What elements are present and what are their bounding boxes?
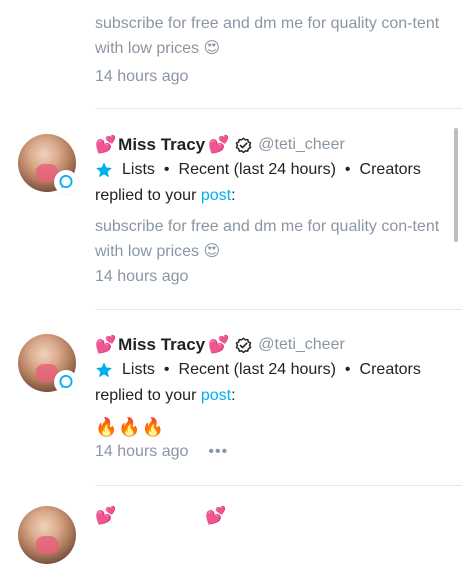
avatar[interactable]	[18, 134, 78, 194]
list-name[interactable]: Lists	[122, 161, 155, 179]
message-text: subscribe for free and dm me for quality…	[95, 15, 440, 57]
list-name[interactable]: Recent (last 24 hours)	[179, 161, 336, 179]
notifications-feed: subscribe for free and dm me for quality…	[0, 0, 462, 564]
separator-dot: •	[344, 361, 351, 378]
heart-emoji: 💕	[95, 506, 117, 525]
post-link[interactable]: post	[201, 387, 231, 404]
chat-bubble-icon	[54, 170, 78, 194]
user-lists: Lists • Recent (last 24 hours) • Creator…	[95, 158, 421, 182]
notification-header: 💕 Miss Tracy 💕 @teti_cheer	[95, 333, 345, 357]
timestamp: 14 hours ago	[95, 66, 188, 88]
user-name[interactable]: Miss Tracy	[118, 135, 205, 155]
timestamp-text: 14 hours ago	[95, 68, 189, 85]
heart-emoji: 💕	[208, 335, 230, 354]
more-options-button[interactable]: •••	[208, 441, 228, 463]
verified-check-icon	[235, 337, 252, 354]
timestamp: 14 hours ago •••	[95, 441, 228, 463]
list-name[interactable]: Creators	[360, 361, 421, 379]
heart-emoji: 💕	[95, 335, 117, 354]
separator-dot: •	[163, 161, 170, 178]
divider	[95, 485, 462, 486]
user-lists: Lists • Recent (last 24 hours) • Creator…	[95, 358, 421, 382]
user-handle[interactable]: @teti_cheer	[258, 136, 345, 154]
notification-header: 💕 Miss Tracy 💕 @teti_cheer	[95, 133, 345, 157]
chat-bubble-icon	[54, 370, 78, 394]
reply-description: replied to your post:	[95, 184, 236, 208]
heart-emoji: 💕	[205, 506, 227, 525]
list-name[interactable]: Creators	[360, 161, 421, 179]
reply-suffix: :	[231, 387, 236, 404]
reply-suffix: :	[231, 187, 236, 204]
verified-check-icon	[235, 137, 252, 154]
post-link[interactable]: post	[201, 187, 231, 204]
reply-description: replied to your post:	[95, 384, 236, 408]
avatar[interactable]	[18, 334, 78, 394]
message-text: subscribe for free and dm me for quality…	[95, 218, 440, 260]
message-text: 🔥🔥🔥	[95, 417, 166, 437]
divider	[95, 108, 462, 109]
reply-prefix: replied to your	[95, 187, 201, 204]
timestamp: 14 hours ago	[95, 266, 188, 288]
heart-emoji: 💕	[208, 135, 230, 154]
notification-header: 💕 💕	[95, 504, 226, 528]
avatar-image	[18, 506, 76, 564]
separator-dot: •	[163, 361, 170, 378]
timestamp-text: 14 hours ago	[95, 268, 189, 285]
star-icon	[95, 361, 113, 379]
timestamp-text: 14 hours ago	[95, 443, 189, 460]
list-name[interactable]: Recent (last 24 hours)	[179, 361, 336, 379]
reply-prefix: replied to your	[95, 387, 201, 404]
list-name[interactable]: Lists	[122, 361, 155, 379]
separator-dot: •	[344, 161, 351, 178]
avatar[interactable]	[18, 506, 76, 564]
divider	[95, 309, 462, 310]
user-handle[interactable]: @teti_cheer	[258, 336, 345, 354]
heart-emoji: 💕	[95, 135, 117, 154]
scrollbar[interactable]	[454, 128, 458, 242]
star-icon	[95, 161, 113, 179]
user-name[interactable]: Miss Tracy	[118, 335, 205, 355]
